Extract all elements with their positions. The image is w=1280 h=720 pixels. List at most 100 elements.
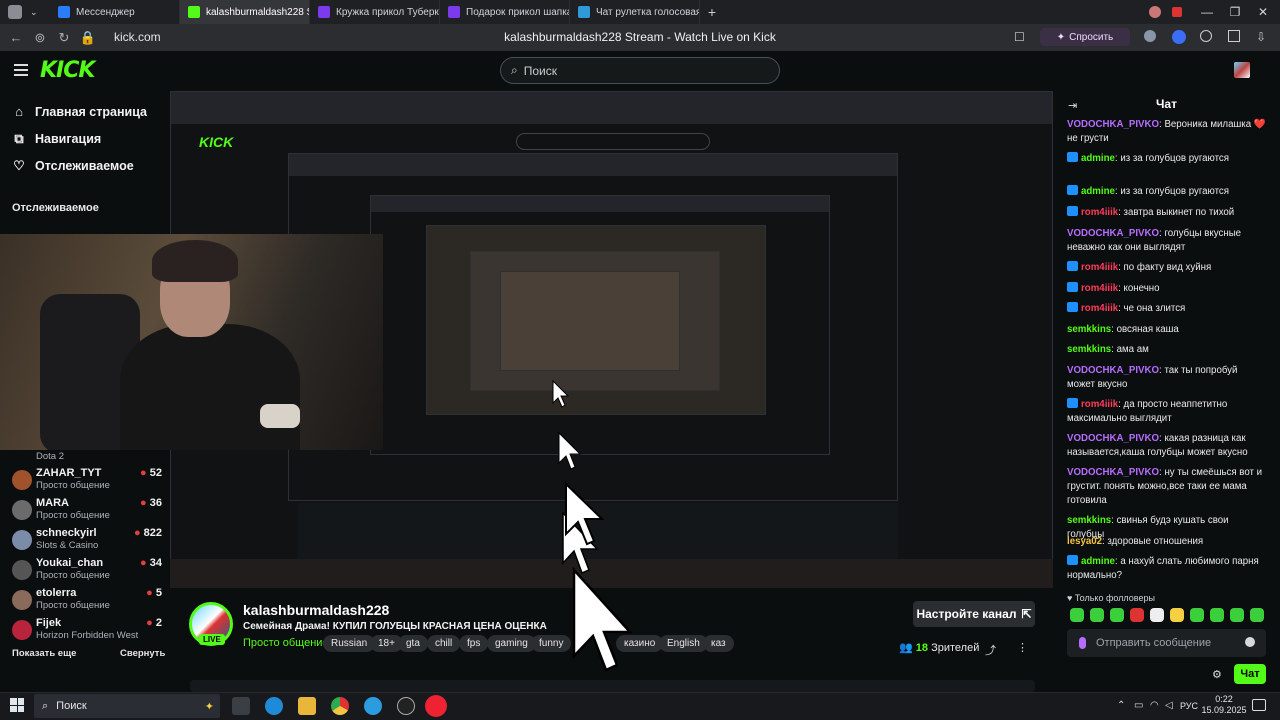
tag[interactable]: Russian bbox=[323, 635, 376, 652]
chat-username[interactable]: rom4iiik bbox=[1081, 399, 1118, 410]
share-icon[interactable]: ⤴ bbox=[985, 642, 996, 658]
sidebar-item-browse[interactable]: ⧉ Навигация bbox=[12, 131, 101, 147]
download-icon[interactable]: ⇩ bbox=[1256, 30, 1266, 44]
ask-button[interactable]: ✦ Спросить bbox=[1040, 28, 1130, 46]
more-options-icon[interactable]: ⋮ bbox=[1017, 641, 1028, 654]
chevron-down-icon[interactable]: ⌄ bbox=[30, 7, 38, 18]
taskbar-search[interactable]: ⌕ Поиск ✦ bbox=[34, 694, 220, 718]
notifications-icon[interactable] bbox=[1252, 699, 1266, 711]
chat-username[interactable]: rom4iiik bbox=[1081, 303, 1118, 314]
tag[interactable]: gaming bbox=[487, 635, 536, 652]
collapse-link[interactable]: Свернуть bbox=[120, 648, 165, 659]
tag[interactable]: funny bbox=[531, 635, 572, 652]
collections-icon[interactable] bbox=[1228, 30, 1240, 42]
emote-icon[interactable] bbox=[1130, 608, 1144, 622]
profile-icon[interactable] bbox=[8, 5, 22, 19]
tag[interactable]: fps bbox=[459, 635, 489, 652]
tag[interactable]: chill bbox=[427, 635, 461, 652]
edge-icon[interactable] bbox=[265, 697, 283, 715]
shield-icon[interactable]: ⊚ bbox=[28, 26, 52, 50]
chrome-icon[interactable] bbox=[331, 697, 349, 715]
chat-username[interactable]: lesya02 bbox=[1067, 536, 1102, 547]
steam-icon[interactable] bbox=[397, 697, 415, 715]
search-input[interactable]: ⌕ Поиск bbox=[500, 57, 780, 84]
menu-icon[interactable] bbox=[14, 64, 28, 76]
emote-icon[interactable] bbox=[1210, 608, 1224, 622]
show-more-link[interactable]: Показать еще bbox=[12, 648, 76, 659]
chat-username[interactable]: rom4iiik bbox=[1081, 283, 1118, 294]
browser-tab-strip: ⌄ Мессенджер kalashburmaldash228 S✕ Круж… bbox=[0, 0, 1280, 24]
task-view-icon[interactable] bbox=[232, 697, 250, 715]
tab-messenger[interactable]: Мессенджер bbox=[50, 0, 180, 24]
setup-channel-button[interactable]: Настройте канал ⇱ bbox=[913, 601, 1035, 627]
windows-start-icon[interactable] bbox=[10, 698, 24, 712]
media-icon[interactable] bbox=[1200, 30, 1212, 42]
chat-username[interactable]: VODOCHKA_PIVKO bbox=[1067, 365, 1159, 376]
following-item[interactable]: schneckyirl Slots & Casino ● 822 bbox=[12, 527, 162, 557]
chat-username[interactable]: VODOCHKA_PIVKO bbox=[1067, 228, 1159, 239]
emote-icon[interactable] bbox=[1110, 608, 1124, 622]
file-explorer-icon[interactable] bbox=[298, 697, 316, 715]
sidebar-item-following[interactable]: ♡ Отслеживаемое bbox=[12, 158, 134, 174]
notification-icon[interactable] bbox=[1160, 0, 1194, 24]
clock[interactable]: 0:22 15.09.2025 bbox=[1200, 694, 1248, 716]
globe-icon[interactable] bbox=[1144, 30, 1156, 42]
network-icon[interactable]: ▭ bbox=[1134, 700, 1143, 711]
streamer-name[interactable]: kalashburmaldash228 bbox=[243, 602, 389, 618]
tab-mug[interactable]: Кружка прикол Туберкуле bbox=[310, 0, 440, 24]
following-item[interactable]: MARA Просто общение ● 36 bbox=[12, 497, 162, 527]
chat-input[interactable]: Отправить сообщение bbox=[1067, 629, 1266, 657]
tag[interactable]: gta bbox=[398, 635, 428, 652]
chat-username[interactable]: semkkins bbox=[1067, 344, 1111, 355]
user-avatar[interactable] bbox=[1234, 62, 1250, 78]
tab-chat-roulette[interactable]: Чат рулетка голосовая — bbox=[570, 0, 700, 24]
emote-icon[interactable] bbox=[1250, 608, 1264, 622]
assistant-icon[interactable] bbox=[1172, 30, 1186, 44]
following-item[interactable]: Fijek Horizon Forbidden West ● 2 bbox=[12, 617, 162, 647]
url-field[interactable]: kick.com bbox=[114, 30, 161, 44]
emote-icon[interactable] bbox=[1190, 608, 1204, 622]
tray-chevron-icon[interactable]: ⌃ bbox=[1117, 700, 1125, 711]
stream-category[interactable]: Просто общение bbox=[243, 637, 329, 649]
emote-icon[interactable] bbox=[1150, 608, 1164, 622]
close-window-icon[interactable]: ✕ bbox=[1246, 0, 1280, 24]
chat-username[interactable]: admine bbox=[1081, 153, 1115, 164]
chat-username[interactable]: VODOCHKA_PIVKO bbox=[1067, 119, 1159, 130]
reload-icon[interactable]: ↻ bbox=[52, 26, 76, 50]
tab-gift[interactable]: Подарок прикол шапка-к bbox=[440, 0, 570, 24]
tag[interactable]: казино bbox=[616, 635, 664, 652]
telegram-icon[interactable] bbox=[364, 697, 382, 715]
bookmark-icon[interactable]: ☐ bbox=[1014, 30, 1025, 44]
chat-username[interactable]: VODOCHKA_PIVKO bbox=[1067, 467, 1159, 478]
emoji-icon[interactable] bbox=[1245, 637, 1255, 647]
chat-username[interactable]: rom4iiik bbox=[1081, 207, 1118, 218]
following-item[interactable]: ZAHAR_TYT Просто общение ● 52 bbox=[12, 467, 162, 497]
search-icon: ⌕ bbox=[42, 699, 49, 712]
chat-username[interactable]: admine bbox=[1081, 186, 1115, 197]
mic-icon[interactable] bbox=[1079, 637, 1086, 649]
chat-username[interactable]: rom4iiik bbox=[1081, 262, 1118, 273]
gear-icon[interactable]: ⚙ bbox=[1212, 668, 1222, 681]
emote-icon[interactable] bbox=[1070, 608, 1084, 622]
kick-logo[interactable]: KICK bbox=[40, 58, 95, 83]
tag[interactable]: каз bbox=[703, 635, 734, 652]
following-item[interactable]: etolerra Просто общение ● 5 bbox=[12, 587, 162, 617]
sidebar-item-home[interactable]: ⌂ Главная страница bbox=[12, 104, 147, 119]
tab-kick-stream[interactable]: kalashburmaldash228 S✕ bbox=[180, 0, 310, 24]
back-icon[interactable]: ← bbox=[4, 26, 28, 50]
yandex-browser-icon[interactable] bbox=[425, 695, 447, 717]
chat-username[interactable]: VODOCHKA_PIVKO bbox=[1067, 433, 1159, 444]
volume-icon[interactable]: ◁ bbox=[1165, 700, 1173, 711]
emote-icon[interactable] bbox=[1170, 608, 1184, 622]
language-indicator[interactable]: РУС bbox=[1180, 701, 1198, 711]
wifi-icon[interactable]: ◠ bbox=[1150, 700, 1159, 711]
new-tab-button[interactable]: + bbox=[700, 4, 724, 20]
chat-username[interactable]: semkkins bbox=[1067, 515, 1111, 526]
following-item[interactable]: Youkai_chan Просто общение ● 34 bbox=[12, 557, 162, 587]
emote-icon[interactable] bbox=[1090, 608, 1104, 622]
chat-username[interactable]: semkkins bbox=[1067, 324, 1111, 335]
tag[interactable]: English bbox=[659, 635, 708, 652]
chat-username[interactable]: admine bbox=[1081, 556, 1115, 567]
chat-send-button[interactable]: Чат bbox=[1234, 664, 1266, 684]
emote-icon[interactable] bbox=[1230, 608, 1244, 622]
